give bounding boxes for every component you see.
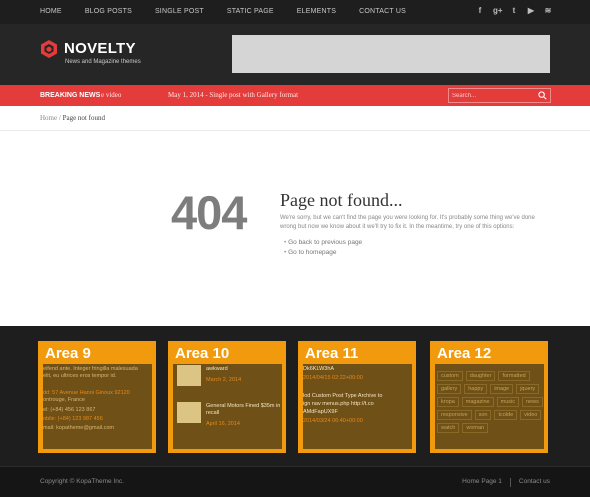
tag-item[interactable]: daughter — [465, 371, 496, 381]
tag-item[interactable]: happy — [464, 384, 488, 394]
post-date: March 2, 2014 — [206, 377, 242, 383]
go-home-link[interactable]: Go to homepage — [284, 248, 362, 258]
footer-link-home[interactable]: Home Page 1 — [462, 478, 502, 487]
site-header: NOVELTY News and Magazine themes — [0, 24, 590, 85]
breaking-news-label: BREAKING NEWS — [40, 92, 101, 99]
footer-bottom-bar: Copyright © KopaTheme Inc. Home Page 1 C… — [0, 466, 590, 497]
footer-link-contact[interactable]: Contact us — [519, 478, 550, 487]
tag-item[interactable]: jquery — [516, 384, 540, 394]
widget-area-9: Area 9 eifend ante. Integer fringilla ma… — [38, 341, 156, 453]
search-icon[interactable] — [538, 91, 547, 100]
tag-item[interactable]: formatted — [498, 371, 530, 381]
footer-widgets: Area 9 eifend ante. Integer fringilla ma… — [0, 326, 590, 466]
widget-area-10: Area 10 awkward March 2, 2014 General Mo… — [168, 341, 286, 453]
widget-area-12: Area 12 custom daughter formatted galler… — [430, 341, 548, 453]
logo-tagline: News and Magazine themes — [65, 59, 141, 65]
breaking-news-item[interactable]: e video — [101, 85, 121, 106]
nav-elements[interactable]: ELEMENTS — [297, 0, 336, 24]
widget-content: Dk6KLW3hA 2014/04/15 02:22+00:00 lod Cus… — [303, 364, 412, 449]
tag-item[interactable]: watch — [437, 423, 460, 433]
widget-area-11: Area 11 Dk6KLW3hA 2014/04/15 02:22+00:00… — [298, 341, 416, 453]
post-title[interactable]: recall — [206, 410, 282, 417]
tag-item[interactable]: news — [522, 397, 543, 407]
logo-title[interactable]: NOVELTY — [64, 40, 136, 57]
breaking-news-bar: BREAKING NEWS e video May 1, 2014 - Sing… — [0, 85, 590, 106]
footer-link-separator — [509, 478, 511, 487]
nav-blog-posts[interactable]: BLOG POSTS — [85, 0, 132, 24]
nav-contact-us[interactable]: CONTACT US — [359, 0, 406, 24]
contact-address: ontrouge, France — [43, 397, 85, 403]
tweet-text: Dk6KLW3hA — [303, 366, 335, 372]
error-options: Go back to previous page Go to homepage — [284, 238, 362, 258]
post-thumbnail[interactable] — [177, 402, 201, 423]
widget-content: awkward March 2, 2014 General Motors Fin… — [173, 364, 282, 449]
tag-cloud: custom daughter formatted gallery happy … — [437, 371, 545, 433]
breadcrumb-home[interactable]: Home — [40, 114, 57, 122]
breaking-news-item[interactable]: May 1, 2014 - Single post with Gallery f… — [168, 85, 298, 106]
tag-item[interactable]: kropa — [437, 397, 459, 407]
tag-item[interactable]: magazine — [461, 397, 494, 407]
rss-icon[interactable]: ≋ — [544, 6, 552, 15]
search-box — [448, 88, 551, 103]
tag-item[interactable]: woman — [462, 423, 489, 433]
contact-mobile: obile: (+84) 123 987 456 — [43, 416, 103, 422]
top-nav-links: HOME BLOG POSTS SINGLE POST STATIC PAGE … — [40, 0, 429, 24]
tweet-text: lod Custom Post Type Archive to — [303, 393, 383, 399]
tag-item[interactable]: son — [474, 410, 492, 420]
tweet-date: 2014/03/24 06:40+00:00 — [303, 418, 363, 424]
widget-content: custom daughter formatted gallery happy … — [435, 364, 544, 449]
google-plus-icon[interactable]: g+ — [493, 6, 503, 15]
tag-item[interactable]: music — [496, 397, 519, 407]
nav-single-post[interactable]: SINGLE POST — [155, 0, 204, 24]
post-date: April 16, 2014 — [206, 421, 240, 427]
tag-item[interactable]: image — [490, 384, 514, 394]
contact-text: eifend ante. Integer fringilla malesuada — [43, 366, 138, 372]
breadcrumb: Home / Page not found — [40, 114, 105, 122]
contact-phone: el: (+84) 456 123 867 — [43, 407, 96, 413]
copyright-text: Copyright © KopaTheme Inc. — [40, 478, 124, 485]
tag-item[interactable]: tcolde — [494, 410, 518, 420]
top-nav: HOME BLOG POSTS SINGLE POST STATIC PAGE … — [0, 0, 590, 24]
page-title: Page not found... — [280, 190, 403, 210]
post-title[interactable]: General Motors Fined $35m in — [206, 403, 282, 410]
widget-title: Area 10 — [175, 345, 230, 362]
tweet-text[interactable]: AMdFapUX9F — [303, 409, 412, 416]
logo-icon[interactable] — [40, 40, 58, 58]
post-thumbnail[interactable] — [177, 365, 201, 386]
contact-address: dd: 57 Avenue Hanoi Ginoux 92120 — [43, 390, 130, 396]
footer-links: Home Page 1 Contact us — [462, 478, 550, 487]
post-title[interactable]: awkward — [206, 366, 282, 373]
facebook-icon[interactable]: f — [476, 6, 484, 15]
social-links: f g+ t ▶ ≋ — [476, 6, 552, 15]
twitter-icon[interactable]: t — [510, 6, 518, 15]
nav-home[interactable]: HOME — [40, 0, 62, 24]
tag-item[interactable]: video — [520, 410, 542, 420]
widget-content: eifend ante. Integer fringilla malesuada… — [43, 364, 152, 449]
tweet-text[interactable]: ign nav menus.php http://t.co — [303, 401, 412, 408]
contact-email[interactable]: mail: kopatheme@gmail.com — [43, 425, 152, 432]
tag-item[interactable]: responsive — [437, 410, 472, 420]
go-back-link[interactable]: Go back to previous page — [284, 238, 362, 248]
divider — [0, 130, 590, 131]
breadcrumb-current: Page not found — [62, 114, 105, 122]
widget-title: Area 11 — [305, 345, 359, 362]
widget-title: Area 9 — [45, 345, 91, 362]
tweet-date: 2014/04/15 02:22+00:00 — [303, 375, 363, 381]
tag-item[interactable]: custom — [437, 371, 463, 381]
widget-title: Area 12 — [437, 345, 492, 362]
header-ad-banner[interactable] — [232, 35, 550, 73]
error-description: We're sorry, but we can't find the page … — [280, 215, 535, 230]
contact-text: elit, eu ultrices eros tempor id. — [43, 373, 117, 379]
error-code: 404 — [171, 186, 247, 239]
search-input[interactable] — [452, 90, 532, 101]
youtube-icon[interactable]: ▶ — [527, 6, 535, 15]
tag-item[interactable]: gallery — [437, 384, 462, 394]
nav-static-page[interactable]: STATIC PAGE — [227, 0, 274, 24]
